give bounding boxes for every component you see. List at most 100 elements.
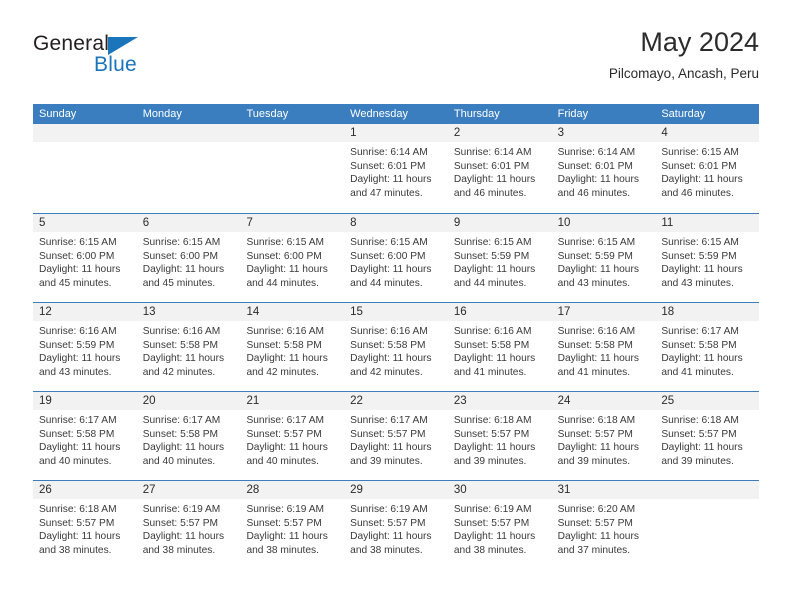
day-sun-info: Sunrise: 6:18 AM Sunset: 5:57 PM Daylight:… — [655, 410, 759, 468]
daylight-text-line2: and 42 minutes. — [246, 366, 319, 378]
calendar-day-cell[interactable]: 16 Sunrise: 6:16 AM Sunset: 5:58 PM Dayligh… — [447, 303, 552, 391]
sunrise-text: Sunrise: 6:18 AM — [453, 415, 532, 426]
day-sun-info: Sunrise: 6:15 AM Sunset: 5:59 PM Daylight:… — [448, 232, 552, 290]
page-header: General Blue May 2024 Pilcomayo, Ancash,… — [33, 26, 759, 98]
daylight-text-line2: and 41 minutes. — [661, 366, 734, 378]
daylight-text-line1: Daylight: 11 hours — [661, 442, 743, 454]
calendar-day-cell[interactable]: 8 Sunrise: 6:15 AM Sunset: 6:00 PM Daylight… — [344, 214, 448, 302]
day-number: 6 — [136, 214, 241, 232]
sunset-text: Sunset: 6:00 PM — [39, 250, 115, 262]
day-sun-info: Sunrise: 6:16 AM Sunset: 5:59 PM Daylight:… — [33, 321, 137, 379]
day-sun-info: Sunrise: 6:17 AM Sunset: 5:57 PM Daylight:… — [344, 410, 448, 468]
daylight-text-line1: Daylight: 11 hours — [557, 531, 639, 543]
daylight-text-line2: and 39 minutes. — [661, 455, 734, 467]
day-sun-info: Sunrise: 6:15 AM Sunset: 6:00 PM Daylight:… — [33, 232, 137, 290]
day-number: 18 — [655, 303, 760, 321]
calendar-day-cell[interactable]: 15 Sunrise: 6:16 AM Sunset: 5:58 PM Dayligh… — [344, 303, 448, 391]
sunset-text: Sunset: 5:57 PM — [557, 428, 633, 440]
calendar-day-cell[interactable]: 5 Sunrise: 6:15 AM Sunset: 6:00 PM Daylight… — [33, 214, 137, 302]
calendar-day-cell[interactable]: 11 Sunrise: 6:15 AM Sunset: 5:59 PM Dayligh… — [655, 214, 760, 302]
sunset-text: Sunset: 6:01 PM — [661, 160, 737, 172]
calendar-day-cell[interactable]: 20 Sunrise: 6:17 AM Sunset: 5:58 PM Dayligh… — [136, 392, 241, 480]
daylight-text-line1: Daylight: 11 hours — [661, 174, 743, 186]
daylight-text-line1: Daylight: 11 hours — [453, 174, 536, 186]
calendar-day-cell[interactable]: 7 Sunrise: 6:15 AM Sunset: 6:00 PM Daylight… — [240, 214, 345, 302]
daylight-text-line2: and 40 minutes. — [39, 455, 112, 467]
calendar-day-cell[interactable]: 29 Sunrise: 6:19 AM Sunset: 5:57 PM Dayligh… — [344, 481, 448, 569]
sunset-text: Sunset: 5:58 PM — [142, 428, 219, 440]
calendar-day-cell-empty — [240, 124, 345, 213]
day-number: 9 — [447, 214, 552, 232]
day-number: 24 — [551, 392, 656, 410]
calendar-day-cell[interactable]: 14 Sunrise: 6:16 AM Sunset: 5:58 PM Dayligh… — [240, 303, 345, 391]
sunset-text: Sunset: 6:00 PM — [350, 250, 426, 262]
calendar-day-cell[interactable]: 18 Sunrise: 6:17 AM Sunset: 5:58 PM Dayligh… — [655, 303, 760, 391]
sunset-text: Sunset: 6:01 PM — [453, 160, 530, 172]
day-sun-info: Sunrise: 6:15 AM Sunset: 6:00 PM Daylight:… — [240, 232, 344, 290]
calendar-day-cell[interactable]: 31 Sunrise: 6:20 AM Sunset: 5:57 PM Dayligh… — [551, 481, 656, 569]
sunset-text: Sunset: 5:58 PM — [142, 339, 219, 351]
calendar-day-cell[interactable]: 30 Sunrise: 6:19 AM Sunset: 5:57 PM Dayligh… — [447, 481, 552, 569]
day-number: 8 — [344, 214, 448, 232]
daylight-text-line2: and 45 minutes. — [142, 277, 216, 289]
sunrise-text: Sunrise: 6:19 AM — [142, 504, 221, 515]
calendar-day-cell[interactable]: 3 Sunrise: 6:14 AM Sunset: 6:01 PM Daylight… — [551, 124, 656, 213]
calendar-day-cell[interactable]: 12 Sunrise: 6:16 AM Sunset: 5:59 PM Dayligh… — [33, 303, 137, 391]
day-sun-info: Sunrise: 6:15 AM Sunset: 6:00 PM Daylight:… — [137, 232, 241, 290]
calendar-day-cell[interactable]: 24 Sunrise: 6:18 AM Sunset: 5:57 PM Dayligh… — [551, 392, 656, 480]
calendar-day-cell[interactable]: 23 Sunrise: 6:18 AM Sunset: 5:57 PM Dayligh… — [447, 392, 552, 480]
calendar-day-cell[interactable]: 25 Sunrise: 6:18 AM Sunset: 5:57 PM Dayligh… — [655, 392, 760, 480]
calendar-day-cell[interactable]: 21 Sunrise: 6:17 AM Sunset: 5:57 PM Dayligh… — [240, 392, 345, 480]
daylight-text-line2: and 46 minutes. — [557, 187, 631, 199]
day-number: 13 — [136, 303, 241, 321]
calendar-day-cell[interactable]: 27 Sunrise: 6:19 AM Sunset: 5:57 PM Dayligh… — [136, 481, 241, 569]
day-sun-info: Sunrise: 6:15 AM Sunset: 5:59 PM Daylight:… — [552, 232, 656, 290]
day-sun-info: Sunrise: 6:16 AM Sunset: 5:58 PM Daylight:… — [552, 321, 656, 379]
calendar-day-cell[interactable]: 6 Sunrise: 6:15 AM Sunset: 6:00 PM Daylight… — [136, 214, 241, 302]
day-sun-info: Sunrise: 6:18 AM Sunset: 5:57 PM Daylight:… — [33, 499, 137, 557]
calendar-day-cell[interactable]: 26 Sunrise: 6:18 AM Sunset: 5:57 PM Dayligh… — [33, 481, 137, 569]
sunrise-text: Sunrise: 6:17 AM — [661, 326, 739, 337]
sunset-text: Sunset: 5:57 PM — [350, 428, 426, 440]
sunset-text: Sunset: 6:00 PM — [142, 250, 219, 262]
general-blue-logo[interactable]: General Blue — [33, 32, 233, 92]
daylight-text-line2: and 39 minutes. — [557, 455, 631, 467]
sunrise-text: Sunrise: 6:19 AM — [350, 504, 428, 515]
calendar-day-cell[interactable]: 2 Sunrise: 6:14 AM Sunset: 6:01 PM Daylight… — [447, 124, 552, 213]
day-sun-info: Sunrise: 6:14 AM Sunset: 6:01 PM Daylight:… — [448, 142, 552, 200]
day-number: 31 — [551, 481, 656, 499]
day-number: 15 — [344, 303, 448, 321]
calendar-day-cell[interactable]: 4 Sunrise: 6:15 AM Sunset: 6:01 PM Daylight… — [655, 124, 760, 213]
sunset-text: Sunset: 6:01 PM — [557, 160, 633, 172]
calendar-day-cell[interactable]: 17 Sunrise: 6:16 AM Sunset: 5:58 PM Dayligh… — [551, 303, 656, 391]
daylight-text-line1: Daylight: 11 hours — [39, 264, 121, 276]
sunrise-text: Sunrise: 6:16 AM — [246, 326, 325, 337]
sunset-text: Sunset: 5:58 PM — [350, 339, 426, 351]
sunrise-text: Sunrise: 6:17 AM — [246, 415, 325, 426]
calendar-day-cell[interactable]: 22 Sunrise: 6:17 AM Sunset: 5:57 PM Dayligh… — [344, 392, 448, 480]
day-number: 17 — [551, 303, 656, 321]
daylight-text-line2: and 43 minutes. — [557, 277, 631, 289]
sunrise-text: Sunrise: 6:19 AM — [453, 504, 532, 515]
day-sun-info: Sunrise: 6:14 AM Sunset: 6:01 PM Daylight:… — [344, 142, 448, 200]
daylight-text-line1: Daylight: 11 hours — [142, 442, 225, 454]
calendar-day-cell[interactable]: 9 Sunrise: 6:15 AM Sunset: 5:59 PM Daylight… — [447, 214, 552, 302]
page-subtitle-location: Pilcomayo, Ancash, Peru — [608, 66, 759, 81]
daylight-text-line1: Daylight: 11 hours — [453, 264, 536, 276]
day-number: 14 — [240, 303, 345, 321]
weekday-header-sunday: Sunday — [39, 108, 77, 120]
sunset-text: Sunset: 5:59 PM — [557, 250, 633, 262]
day-sun-info: Sunrise: 6:19 AM Sunset: 5:57 PM Daylight:… — [344, 499, 448, 557]
calendar-day-cell[interactable]: 1 Sunrise: 6:14 AM Sunset: 6:01 PM Daylight… — [344, 124, 448, 213]
calendar-day-cell[interactable]: 10 Sunrise: 6:15 AM Sunset: 5:59 PM Dayligh… — [551, 214, 656, 302]
sunrise-text: Sunrise: 6:18 AM — [557, 415, 636, 426]
sunset-text: Sunset: 5:57 PM — [453, 428, 530, 440]
daylight-text-line1: Daylight: 11 hours — [142, 264, 225, 276]
day-sun-info: Sunrise: 6:15 AM Sunset: 5:59 PM Daylight:… — [655, 232, 759, 290]
calendar-day-cell[interactable]: 19 Sunrise: 6:17 AM Sunset: 5:58 PM Dayligh… — [33, 392, 137, 480]
day-number — [655, 481, 760, 499]
sunset-text: Sunset: 5:58 PM — [39, 428, 115, 440]
daylight-text-line1: Daylight: 11 hours — [246, 442, 328, 454]
calendar-day-cell[interactable]: 28 Sunrise: 6:19 AM Sunset: 5:57 PM Dayligh… — [240, 481, 345, 569]
calendar-day-cell[interactable]: 13 Sunrise: 6:16 AM Sunset: 5:58 PM Dayligh… — [136, 303, 241, 391]
